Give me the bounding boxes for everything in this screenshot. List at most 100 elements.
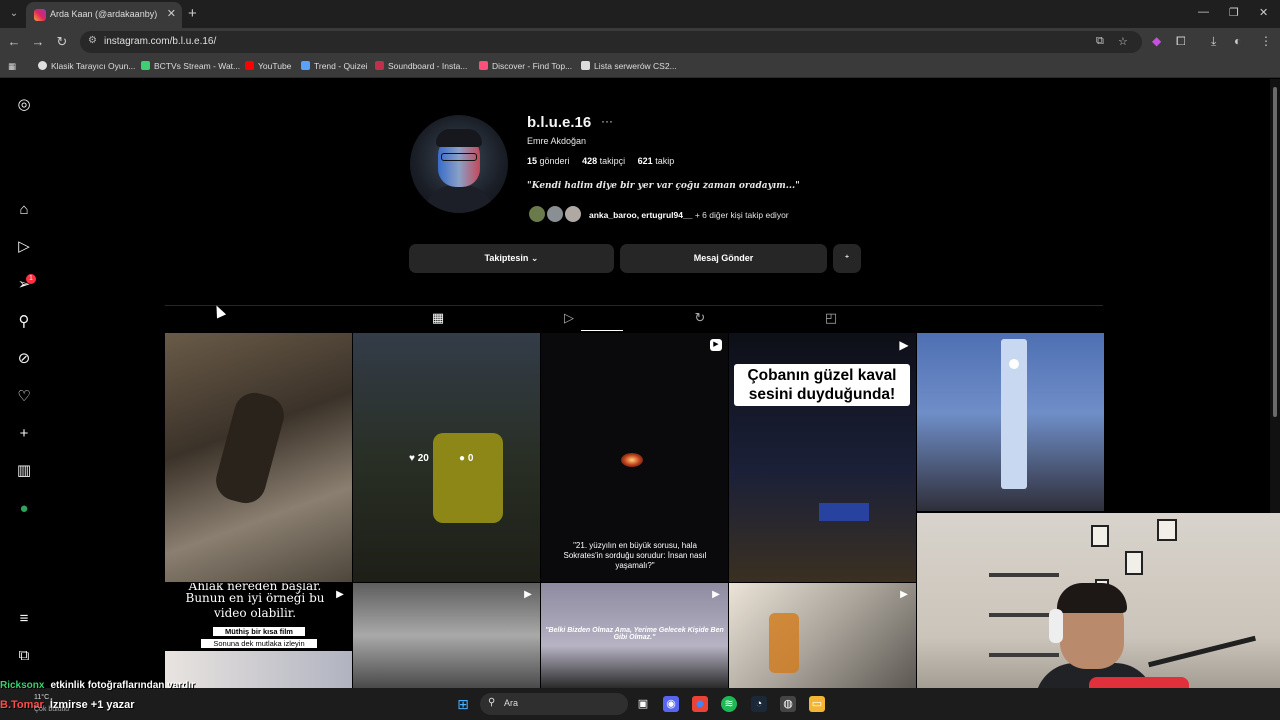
- bookmark-item[interactable]: Lista serwerów CS2...: [581, 61, 677, 71]
- bookmark-label: BCTVs Stream - Wat...: [154, 61, 241, 71]
- follower-avatar: [563, 204, 583, 224]
- following-button[interactable]: Takiptesin ⌄: [409, 244, 614, 273]
- scrollbar-thumb[interactable]: [1273, 87, 1277, 417]
- create-icon[interactable]: +: [14, 424, 34, 444]
- post-thumbnail[interactable]: ▶ "Belki Bizden Olmaz Ama, Yerime Gelece…: [541, 583, 728, 688]
- browser-menu-icon[interactable]: ⋮: [1260, 34, 1272, 48]
- followed-by-rest: + 6 diğer kişi takip ediyor: [694, 210, 789, 220]
- profile-avatar[interactable]: [410, 115, 508, 213]
- messages-badge: 1: [26, 274, 36, 284]
- app-icon[interactable]: ◍: [780, 696, 796, 712]
- followed-by-names: anka_baroo, ertugrul94__: [589, 210, 693, 220]
- more-menu-icon[interactable]: ≡: [14, 609, 34, 629]
- reels-icon[interactable]: ▷: [14, 237, 34, 257]
- instagram-logo-icon[interactable]: ◎: [14, 95, 34, 115]
- follower-avatar: [545, 204, 565, 224]
- tab-close-icon[interactable]: ✕: [167, 7, 176, 20]
- dashboard-icon[interactable]: ▥: [14, 461, 34, 481]
- tab-search-icon[interactable]: ⌄: [6, 6, 22, 22]
- post-thumbnail[interactable]: [917, 333, 1104, 511]
- bookmark-item[interactable]: Discover - Find Top...: [479, 61, 572, 71]
- apps-grid-icon[interactable]: ▦: [8, 61, 16, 72]
- bookmark-label: YouTube: [258, 61, 292, 71]
- bookmark-item[interactable]: YouTube: [245, 61, 291, 71]
- windows-taskbar: ⊞ ⚲ Ara ▣ ◉ ≋ ◔ ◍ ▭: [0, 688, 1280, 720]
- restore-icon[interactable]: ❐: [1229, 6, 1239, 19]
- headphone: [1049, 609, 1063, 643]
- file-explorer-icon[interactable]: ▭: [809, 696, 825, 712]
- post-caption: "Belki Bizden Olmaz Ama, Yerime Gelecek …: [545, 627, 724, 641]
- bookmark-item[interactable]: Klasik Tarayıcı Oyun...: [38, 61, 135, 71]
- chevron-down-icon: ⌄: [530, 253, 539, 263]
- shelf: [989, 573, 1059, 577]
- post-thumbnail[interactable]: [165, 333, 352, 582]
- steam-icon[interactable]: ◔: [751, 696, 767, 712]
- own-profile-avatar-icon[interactable]: ●: [14, 499, 34, 519]
- new-tab-icon[interactable]: +: [188, 5, 197, 22]
- post-hover-overlay: ♥ 20 ● 0: [353, 333, 540, 582]
- reels-tab-icon[interactable]: ▷: [560, 310, 578, 328]
- reel-icon: ▶: [336, 589, 344, 600]
- shelf: [989, 653, 1059, 657]
- suggested-users-icon[interactable]: ⁺: [833, 244, 861, 273]
- post-thumbnail[interactable]: ▶: [353, 583, 540, 688]
- followers-label: takipçi: [599, 156, 626, 166]
- back-icon[interactable]: ←: [6, 34, 22, 49]
- discord-icon[interactable]: ◉: [663, 696, 679, 712]
- bookmark-item[interactable]: Soundboard - Insta...: [375, 61, 467, 71]
- bookmark-favicon-icon: [301, 61, 310, 70]
- reel-icon: ▶: [524, 589, 532, 600]
- home-icon[interactable]: ⌂: [14, 200, 34, 220]
- window-close-icon[interactable]: ✕: [1259, 6, 1268, 19]
- notifications-heart-icon[interactable]: ♡: [14, 387, 34, 407]
- profile-full-name: Emre Akdoğan: [527, 136, 587, 146]
- download-icon[interactable]: ⤓: [1211, 34, 1216, 49]
- reel-icon: ▶: [710, 339, 722, 351]
- wall-frame: [1091, 525, 1109, 547]
- post-thumbnail[interactable]: ▶ Çobanın güzel kaval sesini duyduğunda!: [729, 333, 916, 582]
- following-count: 621: [637, 156, 653, 166]
- reposts-tab-icon[interactable]: ↻: [691, 310, 709, 328]
- address-url[interactable]: instagram.com/b.l.u.e.16/: [104, 36, 216, 47]
- bookmark-label: Soundboard - Insta...: [388, 61, 468, 71]
- followers-stat[interactable]: 428 takipçi: [582, 156, 625, 166]
- bookmark-item[interactable]: BCTVs Stream - Wat...: [141, 61, 240, 71]
- spotify-icon[interactable]: ≋: [721, 696, 737, 712]
- avatar-hair: [436, 129, 482, 147]
- post-thumbnail[interactable]: ♥ 20 ● 0: [353, 333, 540, 582]
- reload-icon[interactable]: ↻: [54, 34, 70, 50]
- chrome-icon[interactable]: [692, 696, 708, 712]
- browser-tab[interactable]: Arda Kaan (@ardakaanby) • Inst ✕: [26, 2, 182, 28]
- extension-icon[interactable]: ◆: [1152, 34, 1161, 48]
- task-view-icon[interactable]: ▣: [635, 696, 651, 712]
- profile-bio: "Kendi halim diye bir yer var çoğu zaman…: [527, 181, 800, 191]
- bookmark-star-icon[interactable]: ☆: [1118, 35, 1128, 48]
- profile-avatar-icon[interactable]: ◐: [1234, 34, 1241, 48]
- search-icon[interactable]: ⚲: [14, 312, 34, 332]
- profile-options-icon[interactable]: ···: [601, 114, 613, 128]
- bookmark-item[interactable]: Trend - Quizei: [301, 61, 368, 71]
- address-bar[interactable]: ⚙ instagram.com/b.l.u.e.16/ ⧉ ☆: [80, 31, 1142, 53]
- install-app-icon[interactable]: ⧉: [1096, 35, 1104, 48]
- post-thumbnail[interactable]: ▶ Ahlak nereden başlar. Bunun en iyi örn…: [165, 583, 352, 688]
- reel-icon: ▶: [712, 589, 720, 600]
- following-stat[interactable]: 621 takip: [638, 156, 675, 166]
- bookmark-label: Discover - Find Top...: [492, 61, 573, 71]
- site-info-icon[interactable]: ⚙: [88, 35, 97, 46]
- post-caption: Çobanın güzel kaval sesini duyduğunda!: [734, 364, 910, 406]
- post-thumbnail[interactable]: ▶: [729, 583, 916, 688]
- forward-icon[interactable]: →: [30, 34, 46, 49]
- message-button[interactable]: Mesaj Gönder: [620, 244, 827, 273]
- tagged-tab-icon[interactable]: ◰: [822, 310, 840, 328]
- windows-start-icon[interactable]: ⊞: [455, 696, 471, 712]
- minimize-icon[interactable]: —: [1198, 6, 1209, 18]
- posts-grid-icon[interactable]: ▦: [429, 310, 447, 328]
- avatar-body: [424, 185, 494, 213]
- also-from-meta-icon[interactable]: ⧉: [14, 646, 34, 666]
- extensions-puzzle-icon[interactable]: ⧠: [1176, 34, 1186, 49]
- post-thumbnail[interactable]: ▶ "21. yüzyılın en büyük sorusu, hala So…: [541, 333, 728, 582]
- neon-sign: [819, 503, 869, 521]
- taskbar-search[interactable]: ⚲ Ara: [480, 693, 628, 715]
- explore-icon[interactable]: ⊘: [14, 349, 34, 369]
- mic-arm: [1148, 635, 1256, 668]
